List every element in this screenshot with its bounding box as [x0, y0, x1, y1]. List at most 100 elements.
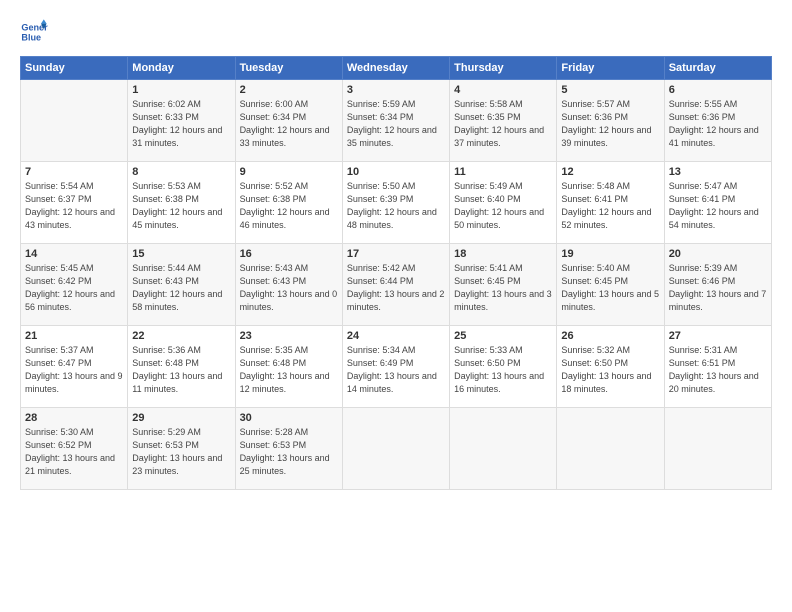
day-number: 12: [561, 166, 659, 178]
day-info: Sunrise: 5:58 AMSunset: 6:35 PMDaylight:…: [454, 98, 552, 150]
day-info: Sunrise: 5:35 AMSunset: 6:48 PMDaylight:…: [240, 344, 338, 396]
day-info: Sunrise: 5:57 AMSunset: 6:36 PMDaylight:…: [561, 98, 659, 150]
day-number: 19: [561, 248, 659, 260]
day-number: 23: [240, 330, 338, 342]
calendar-cell: 16Sunrise: 5:43 AMSunset: 6:43 PMDayligh…: [235, 244, 342, 326]
day-number: 6: [669, 84, 767, 96]
day-number: 4: [454, 84, 552, 96]
logo-icon: General Blue: [20, 18, 48, 46]
day-number: 14: [25, 248, 123, 260]
svg-text:Blue: Blue: [21, 32, 41, 42]
day-info: Sunrise: 5:52 AMSunset: 6:38 PMDaylight:…: [240, 180, 338, 232]
day-info: Sunrise: 5:55 AMSunset: 6:36 PMDaylight:…: [669, 98, 767, 150]
calendar-cell: 8 Sunrise: 5:53 AMSunset: 6:38 PMDaylight…: [128, 162, 235, 244]
calendar-cell: 18 Sunrise: 5:41 AMSunset: 6:45 PMDayligh…: [450, 244, 557, 326]
weekday-header-saturday: Saturday: [664, 57, 771, 80]
day-info: Sunrise: 5:33 AMSunset: 6:50 PMDaylight:…: [454, 344, 552, 396]
calendar-cell: 30 Sunrise: 5:28 AMSunset: 6:53 PMDayligh…: [235, 408, 342, 490]
day-info: Sunrise: 5:31 AMSunset: 6:51 PMDaylight:…: [669, 344, 767, 396]
week-row-1: 7Sunrise: 5:54 AMSunset: 6:37 PMDaylight…: [21, 162, 772, 244]
calendar-cell: 28 Sunrise: 5:30 AMSunset: 6:52 PMDayligh…: [21, 408, 128, 490]
calendar-cell: 12 Sunrise: 5:48 AMSunset: 6:41 PMDayligh…: [557, 162, 664, 244]
calendar-cell: [557, 408, 664, 490]
weekday-header-wednesday: Wednesday: [342, 57, 449, 80]
calendar-cell: 2 Sunrise: 6:00 AMSunset: 6:34 PMDaylight…: [235, 80, 342, 162]
calendar-cell: 7Sunrise: 5:54 AMSunset: 6:37 PMDaylight…: [21, 162, 128, 244]
calendar-cell: [450, 408, 557, 490]
day-number: 11: [454, 166, 552, 178]
day-info: Sunrise: 5:47 AMSunset: 6:41 PMDaylight:…: [669, 180, 767, 232]
calendar-cell: 15Sunrise: 5:44 AMSunset: 6:43 PMDayligh…: [128, 244, 235, 326]
day-number: 13: [669, 166, 767, 178]
day-info: Sunrise: 5:50 AMSunset: 6:39 PMDaylight:…: [347, 180, 445, 232]
calendar-cell: [664, 408, 771, 490]
day-number: 10: [347, 166, 445, 178]
day-info: Sunrise: 5:53 AMSunset: 6:38 PMDaylight:…: [132, 180, 230, 232]
calendar-cell: 17Sunrise: 5:42 AMSunset: 6:44 PMDayligh…: [342, 244, 449, 326]
weekday-header-tuesday: Tuesday: [235, 57, 342, 80]
calendar-cell: 11Sunrise: 5:49 AMSunset: 6:40 PMDayligh…: [450, 162, 557, 244]
calendar-cell: 21Sunrise: 5:37 AMSunset: 6:47 PMDayligh…: [21, 326, 128, 408]
day-info: Sunrise: 5:40 AMSunset: 6:45 PMDaylight:…: [561, 262, 659, 314]
calendar-cell: 20Sunrise: 5:39 AMSunset: 6:46 PMDayligh…: [664, 244, 771, 326]
day-number: 29: [132, 412, 230, 424]
day-number: 26: [561, 330, 659, 342]
day-number: 8: [132, 166, 230, 178]
calendar-cell: 29 Sunrise: 5:29 AMSunset: 6:53 PMDayligh…: [128, 408, 235, 490]
weekday-header-row: SundayMondayTuesdayWednesdayThursdayFrid…: [21, 57, 772, 80]
calendar-cell: 6 Sunrise: 5:55 AMSunset: 6:36 PMDaylight…: [664, 80, 771, 162]
calendar-cell: [342, 408, 449, 490]
day-info: Sunrise: 5:37 AMSunset: 6:47 PMDaylight:…: [25, 344, 123, 396]
calendar-cell: 10 Sunrise: 5:50 AMSunset: 6:39 PMDayligh…: [342, 162, 449, 244]
day-number: 25: [454, 330, 552, 342]
calendar-cell: 9 Sunrise: 5:52 AMSunset: 6:38 PMDaylight…: [235, 162, 342, 244]
day-number: 18: [454, 248, 552, 260]
calendar-cell: 19 Sunrise: 5:40 AMSunset: 6:45 PMDayligh…: [557, 244, 664, 326]
calendar-table: SundayMondayTuesdayWednesdayThursdayFrid…: [20, 56, 772, 490]
day-number: 30: [240, 412, 338, 424]
logo: General Blue: [20, 18, 54, 46]
day-info: Sunrise: 5:28 AMSunset: 6:53 PMDaylight:…: [240, 426, 338, 478]
day-info: Sunrise: 5:41 AMSunset: 6:45 PMDaylight:…: [454, 262, 552, 314]
calendar-cell: 13 Sunrise: 5:47 AMSunset: 6:41 PMDayligh…: [664, 162, 771, 244]
week-row-4: 28 Sunrise: 5:30 AMSunset: 6:52 PMDayligh…: [21, 408, 772, 490]
day-number: 1: [132, 84, 230, 96]
weekday-header-friday: Friday: [557, 57, 664, 80]
day-info: Sunrise: 5:54 AMSunset: 6:37 PMDaylight:…: [25, 180, 123, 232]
week-row-3: 21Sunrise: 5:37 AMSunset: 6:47 PMDayligh…: [21, 326, 772, 408]
day-number: 3: [347, 84, 445, 96]
calendar-cell: 24 Sunrise: 5:34 AMSunset: 6:49 PMDayligh…: [342, 326, 449, 408]
week-row-2: 14 Sunrise: 5:45 AMSunset: 6:42 PMDayligh…: [21, 244, 772, 326]
calendar-cell: 1 Sunrise: 6:02 AMSunset: 6:33 PMDaylight…: [128, 80, 235, 162]
day-number: 22: [132, 330, 230, 342]
calendar-cell: 23 Sunrise: 5:35 AMSunset: 6:48 PMDayligh…: [235, 326, 342, 408]
weekday-header-monday: Monday: [128, 57, 235, 80]
header: General Blue: [20, 18, 772, 46]
day-info: Sunrise: 5:30 AMSunset: 6:52 PMDaylight:…: [25, 426, 123, 478]
day-info: Sunrise: 6:00 AMSunset: 6:34 PMDaylight:…: [240, 98, 338, 150]
day-number: 2: [240, 84, 338, 96]
day-number: 28: [25, 412, 123, 424]
weekday-header-sunday: Sunday: [21, 57, 128, 80]
day-info: Sunrise: 5:36 AMSunset: 6:48 PMDaylight:…: [132, 344, 230, 396]
day-number: 27: [669, 330, 767, 342]
week-row-0: 1 Sunrise: 6:02 AMSunset: 6:33 PMDaylight…: [21, 80, 772, 162]
day-number: 24: [347, 330, 445, 342]
calendar-cell: 4 Sunrise: 5:58 AMSunset: 6:35 PMDaylight…: [450, 80, 557, 162]
calendar-cell: 26Sunrise: 5:32 AMSunset: 6:50 PMDayligh…: [557, 326, 664, 408]
calendar-cell: 3 Sunrise: 5:59 AMSunset: 6:34 PMDaylight…: [342, 80, 449, 162]
day-info: Sunrise: 5:29 AMSunset: 6:53 PMDaylight:…: [132, 426, 230, 478]
day-number: 17: [347, 248, 445, 260]
day-number: 15: [132, 248, 230, 260]
day-info: Sunrise: 5:45 AMSunset: 6:42 PMDaylight:…: [25, 262, 123, 314]
day-info: Sunrise: 6:02 AMSunset: 6:33 PMDaylight:…: [132, 98, 230, 150]
calendar-cell: 5Sunrise: 5:57 AMSunset: 6:36 PMDaylight…: [557, 80, 664, 162]
day-info: Sunrise: 5:48 AMSunset: 6:41 PMDaylight:…: [561, 180, 659, 232]
day-info: Sunrise: 5:34 AMSunset: 6:49 PMDaylight:…: [347, 344, 445, 396]
calendar-cell: 14 Sunrise: 5:45 AMSunset: 6:42 PMDayligh…: [21, 244, 128, 326]
day-info: Sunrise: 5:39 AMSunset: 6:46 PMDaylight:…: [669, 262, 767, 314]
day-info: Sunrise: 5:59 AMSunset: 6:34 PMDaylight:…: [347, 98, 445, 150]
day-number: 9: [240, 166, 338, 178]
weekday-header-thursday: Thursday: [450, 57, 557, 80]
calendar-cell: 25 Sunrise: 5:33 AMSunset: 6:50 PMDayligh…: [450, 326, 557, 408]
